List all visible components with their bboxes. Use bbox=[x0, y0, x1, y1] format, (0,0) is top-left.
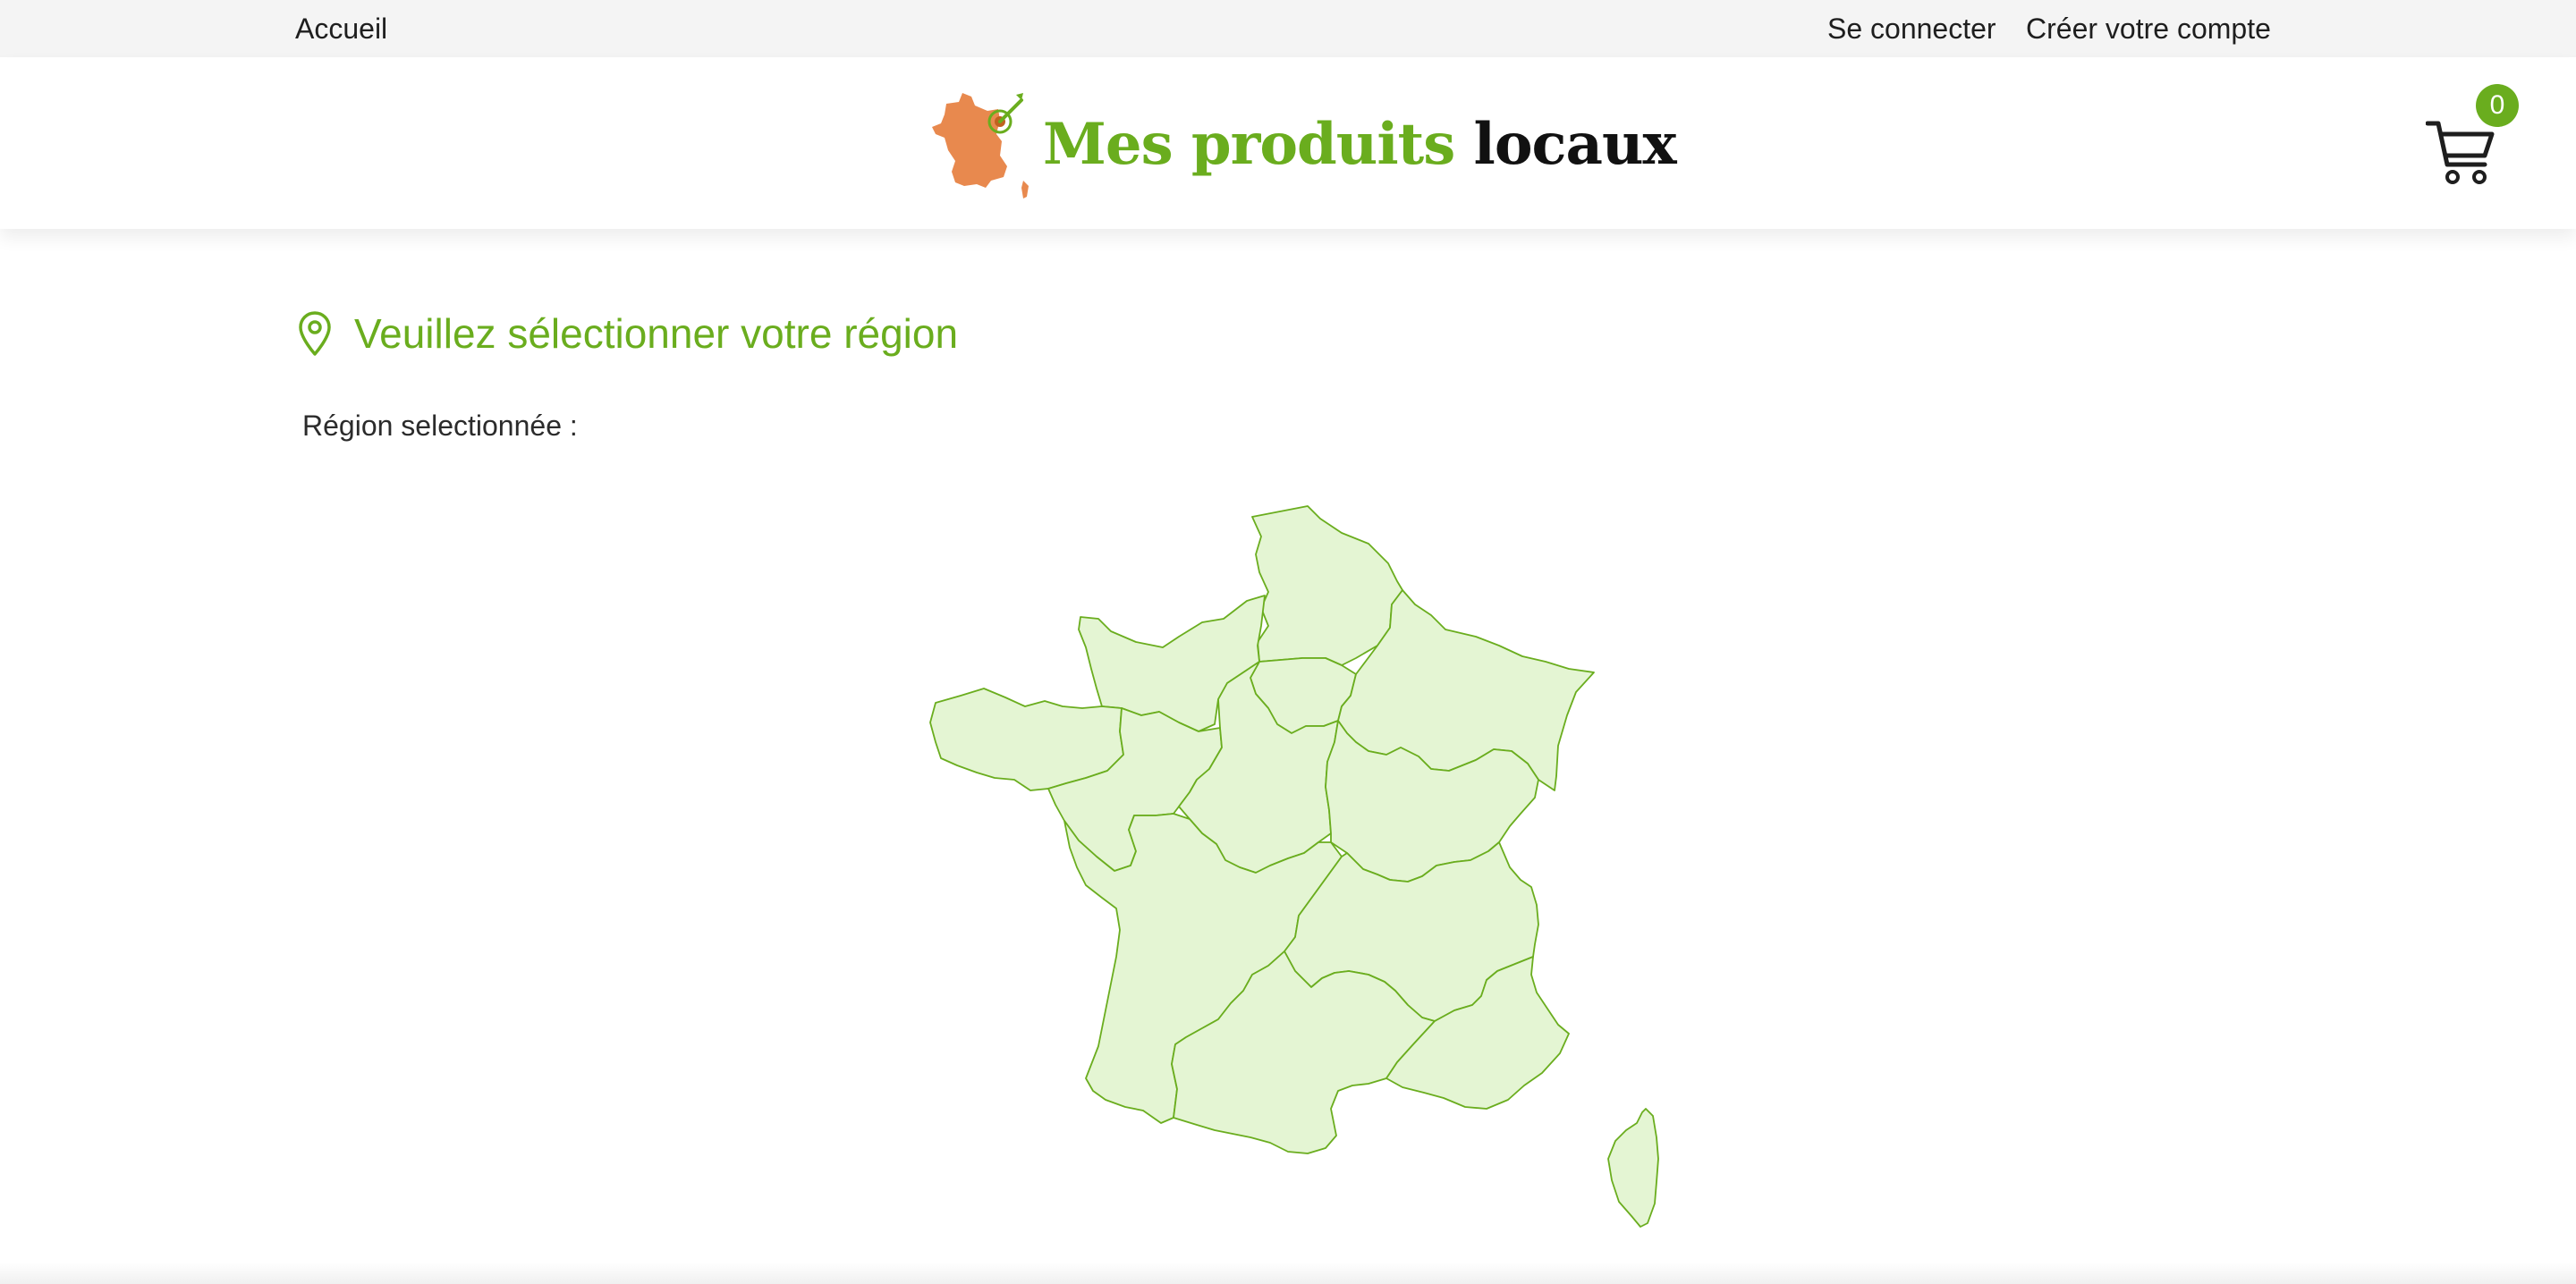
logo-text-primary: Mes produits bbox=[1043, 111, 1455, 178]
page-footer-edge bbox=[0, 1263, 2576, 1284]
region-corse[interactable] bbox=[1607, 1108, 1659, 1228]
region-selection-heading: Veuillez sélectionner votre région bbox=[295, 309, 958, 358]
selected-region-caption: Région selectionnée : bbox=[302, 410, 578, 442]
france-target-logo-icon bbox=[932, 93, 1029, 199]
create-account-link[interactable]: Créer votre compte bbox=[2026, 9, 2271, 48]
france-regions-map bbox=[929, 505, 1659, 1228]
site-header: Mes produits locaux bbox=[0, 57, 2576, 229]
map-pin-icon bbox=[299, 311, 331, 356]
home-link[interactable]: Accueil bbox=[295, 9, 387, 48]
login-link[interactable]: Se connecter bbox=[1827, 9, 1996, 48]
site-logo[interactable]: Mes produits locaux bbox=[928, 86, 1677, 202]
logo-text-secondary: locaux bbox=[1473, 111, 1677, 178]
top-navigation-bar: Accueil Se connecter Créer votre compte bbox=[0, 0, 2576, 57]
page-title: Veuillez sélectionner votre région bbox=[354, 310, 959, 357]
cart-count-badge[interactable]: 0 bbox=[2476, 84, 2519, 127]
selected-region-label: Région selectionnée : bbox=[295, 410, 585, 443]
